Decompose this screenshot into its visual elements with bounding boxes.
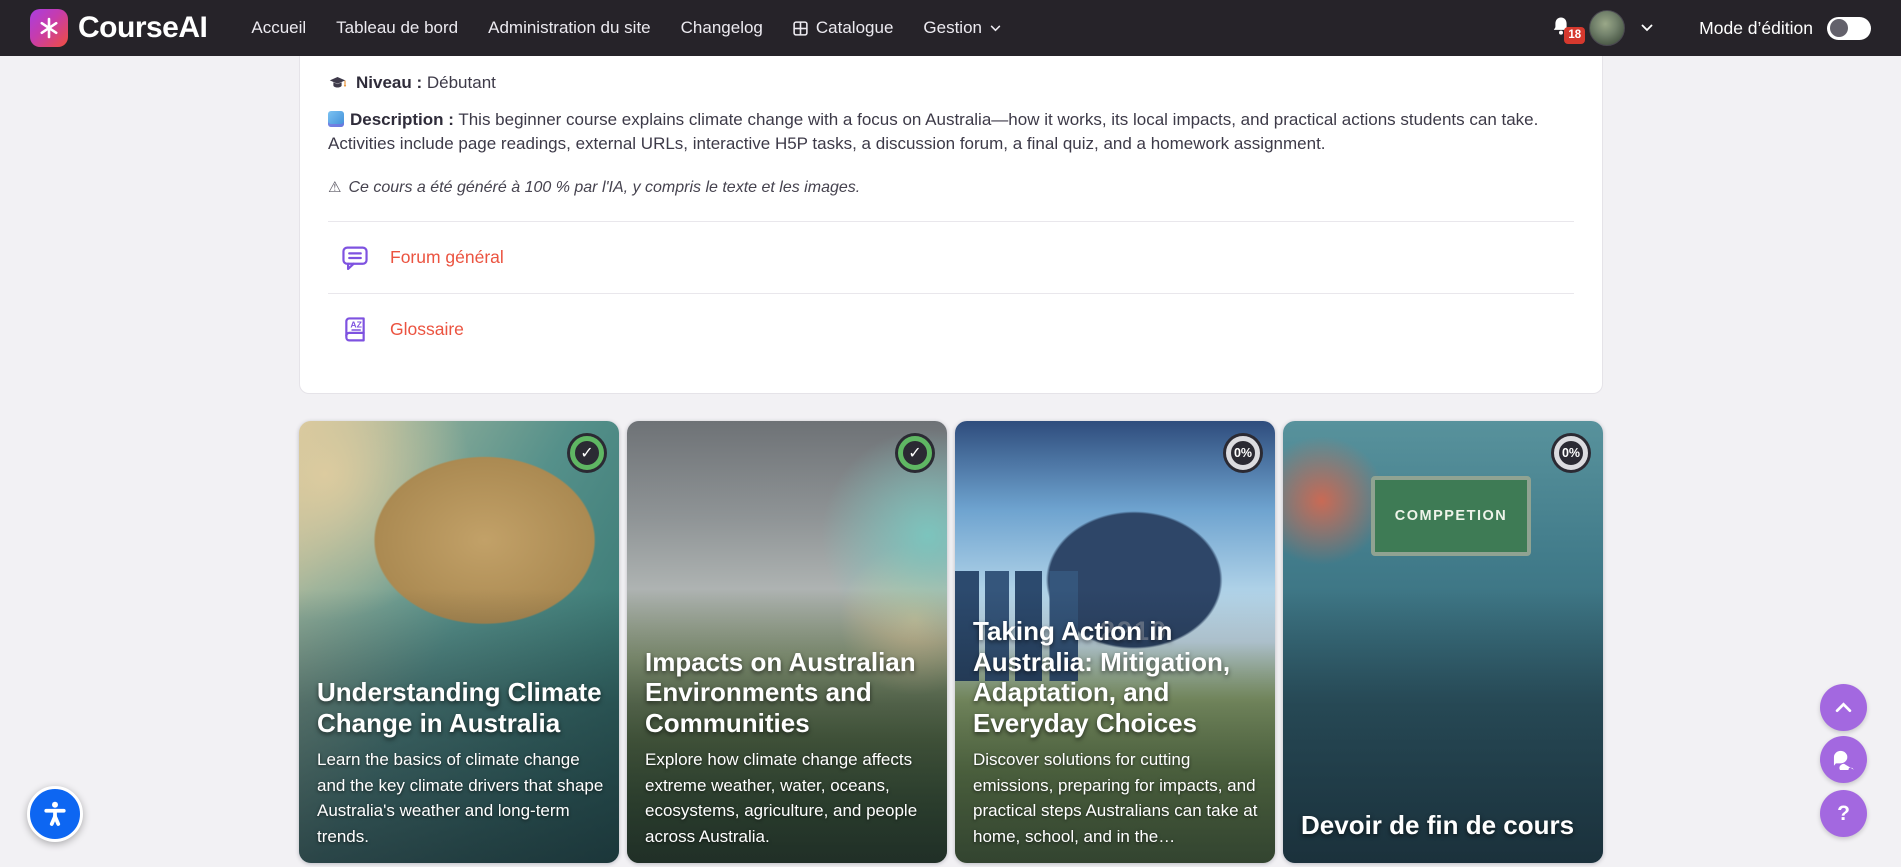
progress-badge-text: ✓ xyxy=(908,443,921,463)
graduation-cap-icon xyxy=(328,76,347,91)
section-card-impacts-on-australian-environments[interactable]: ✓ Impacts on Australian Environments and… xyxy=(627,421,947,863)
warning-icon xyxy=(328,178,341,197)
edit-mode-toggle[interactable] xyxy=(1827,17,1871,40)
glossary-icon: AZ xyxy=(340,315,370,345)
messages-button[interactable] xyxy=(1820,736,1867,783)
forum-icon xyxy=(340,243,370,273)
chat-icon xyxy=(1831,749,1856,770)
progress-badge: 0% xyxy=(1226,436,1260,470)
chevron-down-icon xyxy=(990,25,1001,32)
chevron-up-icon xyxy=(1835,702,1852,713)
course-description: Description : This beginner course expla… xyxy=(328,108,1574,156)
user-menu-chevron-down-icon[interactable] xyxy=(1641,24,1653,32)
blue-book-icon xyxy=(328,111,344,127)
forum-link-label: Forum général xyxy=(390,247,504,268)
accessibility-button[interactable] xyxy=(27,786,83,842)
nav-item-label: Catalogue xyxy=(816,18,894,38)
level-value: Débutant xyxy=(427,73,496,92)
navbar: CourseAI Accueil Tableau de bord Adminis… xyxy=(0,0,1901,56)
navbar-right: 18 Mode d’édition xyxy=(1551,10,1871,46)
toggle-knob xyxy=(1830,19,1848,37)
card-text-block: Impacts on Australian Environments and C… xyxy=(645,647,935,849)
nav-item-gestion[interactable]: Gestion xyxy=(923,18,1001,38)
progress-badge-text: 0% xyxy=(1562,446,1580,460)
section-card-title: Understanding Climate Change in Australi… xyxy=(317,677,607,738)
notifications-button[interactable]: 18 xyxy=(1551,16,1573,40)
accessibility-icon xyxy=(40,799,70,829)
grid-icon xyxy=(793,21,808,36)
course-sections-row: ✓ Understanding Climate Change in Austra… xyxy=(299,421,1603,863)
glossary-link-label: Glossaire xyxy=(390,319,464,340)
progress-badge: ✓ xyxy=(898,436,932,470)
progress-badge: 0% xyxy=(1554,436,1588,470)
section-card-understanding-climate-change[interactable]: ✓ Understanding Climate Change in Austra… xyxy=(299,421,619,863)
card-text-block: Understanding Climate Change in Australi… xyxy=(317,677,607,849)
section-card-taking-action-in-australia[interactable]: 2910 0% Taking Action in Australia: Miti… xyxy=(955,421,1275,863)
description-label: Description : xyxy=(350,110,454,129)
ai-generated-notice: Ce cours a été généré à 100 % par l'IA, … xyxy=(328,178,1574,197)
scroll-to-top-button[interactable] xyxy=(1820,684,1867,731)
nav-item-administration-du-site[interactable]: Administration du site xyxy=(488,18,651,38)
section-card-title: Taking Action in Australia: Mitigation, … xyxy=(973,616,1263,738)
edit-mode-label: Mode d’édition xyxy=(1699,18,1813,39)
course-level-line: Niveau : Débutant xyxy=(328,73,1574,93)
user-avatar[interactable] xyxy=(1589,10,1625,46)
chalkboard-image-text: COMPPETION xyxy=(1371,476,1531,556)
brand-name: CourseAI xyxy=(78,11,207,45)
nav-item-catalogue[interactable]: Catalogue xyxy=(793,18,894,38)
course-level-text: Niveau : Débutant xyxy=(356,73,496,93)
nav-item-tableau-de-bord[interactable]: Tableau de bord xyxy=(336,18,458,38)
section-card-description: Learn the basics of climate change and t… xyxy=(317,747,607,849)
help-button[interactable]: ? xyxy=(1820,790,1867,837)
progress-badge-text: 0% xyxy=(1234,446,1252,460)
ai-notice-text: Ce cours a été généré à 100 % par l'IA, … xyxy=(348,179,860,197)
card-text-block: Devoir de fin de cours xyxy=(1301,810,1591,849)
brand[interactable]: CourseAI xyxy=(30,9,207,47)
courseai-logo-icon xyxy=(30,9,68,47)
level-label: Niveau : xyxy=(356,73,422,92)
progress-badge-text: ✓ xyxy=(580,443,593,463)
question-icon: ? xyxy=(1837,802,1850,826)
edit-mode-control: Mode d’édition xyxy=(1699,17,1871,40)
section-card-title: Impacts on Australian Environments and C… xyxy=(645,647,935,738)
activity-links: Forum général AZ Glossaire xyxy=(328,221,1574,365)
activity-forum-link[interactable]: Forum général xyxy=(328,221,1574,293)
nav-item-changelog[interactable]: Changelog xyxy=(681,18,763,38)
description-text: This beginner course explains climate ch… xyxy=(328,110,1538,153)
course-info-card: Niveau : Débutant Description : This beg… xyxy=(299,56,1603,394)
notification-count-badge: 18 xyxy=(1564,27,1585,44)
activity-glossary-link[interactable]: AZ Glossaire xyxy=(328,293,1574,365)
card-text-block: Taking Action in Australia: Mitigation, … xyxy=(973,616,1263,849)
nav-item-label: Gestion xyxy=(923,18,982,38)
nav-item-accueil[interactable]: Accueil xyxy=(251,18,306,38)
section-card-devoir-de-fin-de-cours[interactable]: COMPPETION 0% Devoir de fin de cours xyxy=(1283,421,1603,863)
section-card-description: Discover solutions for cutting emissions… xyxy=(973,747,1263,849)
section-card-title: Devoir de fin de cours xyxy=(1301,810,1591,840)
nav-menu: Accueil Tableau de bord Administration d… xyxy=(251,18,1001,38)
progress-badge: ✓ xyxy=(570,436,604,470)
svg-text:AZ: AZ xyxy=(350,319,362,329)
section-card-description: Explore how climate change affects extre… xyxy=(645,747,935,849)
